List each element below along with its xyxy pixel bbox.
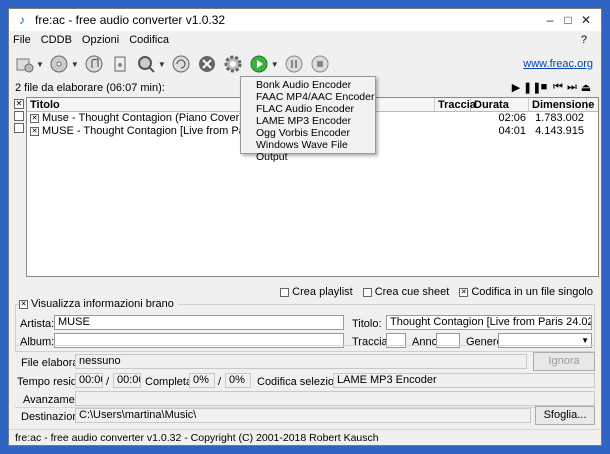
time-elapsed-field: 00:00 (75, 373, 103, 388)
menu-item-flac[interactable]: FLAC Audio Encoder (241, 103, 375, 115)
search-icon[interactable] (135, 53, 157, 75)
album-label: Album: (20, 336, 55, 348)
status-bar: fre:ac - free audio converter v1.0.32 - … (9, 429, 601, 445)
select-all-checkbox[interactable]: ✕ (14, 99, 24, 109)
app-window: ♪ fre:ac - free audio converter v1.0.32 … (8, 8, 602, 446)
track-info-label: Visualizza informazioni brano (31, 298, 174, 310)
music-note-icon[interactable] (83, 53, 105, 75)
maximize-button[interactable]: □ (559, 13, 577, 27)
chevron-down-icon[interactable]: ▼ (71, 60, 79, 69)
cue-sheet-checkbox[interactable] (362, 287, 372, 297)
row-size: 1.783.002 (535, 112, 584, 124)
play-encode-icon[interactable] (248, 53, 270, 75)
column-track[interactable]: Traccia (435, 98, 476, 111)
player-controls: ▶ ❚❚ ■ ⏮ ⏭ ⏏ (509, 81, 593, 94)
menu-item-wave[interactable]: Windows Wave File Output (241, 139, 375, 163)
stop-icon[interactable]: ■ (537, 81, 551, 94)
title-field[interactable]: Thought Contagion [Live from Paris 24.02… (386, 315, 592, 330)
cd-icon[interactable] (48, 53, 70, 75)
row-checkbox[interactable]: ✕ (30, 126, 39, 136)
close-button[interactable]: ✕ (577, 13, 595, 27)
stop-icon[interactable] (309, 53, 331, 75)
pause-icon[interactable]: ❚❚ (523, 81, 541, 94)
row-duration: 02:06 (498, 112, 526, 124)
progress-bar (75, 391, 595, 406)
track-label: Traccia: (352, 336, 391, 348)
chevron-down-icon[interactable]: ▼ (271, 60, 279, 69)
skip-button[interactable]: Ignora (533, 352, 595, 371)
selection-checks: ✕ (12, 97, 26, 277)
row-checkbox[interactable]: ✕ (30, 113, 39, 123)
tools-icon[interactable] (196, 53, 218, 75)
browse-button[interactable]: Sfoglia... (535, 406, 595, 425)
destination-field[interactable]: C:\Users\martina\Music\ (75, 408, 531, 423)
divider (15, 345, 595, 346)
column-duration[interactable]: Durata (471, 98, 529, 111)
document-icon[interactable] (109, 53, 131, 75)
previous-icon[interactable]: ⏮ (551, 81, 565, 94)
refresh-icon[interactable] (170, 53, 192, 75)
menu-help[interactable]: ? (581, 34, 587, 46)
chevron-down-icon[interactable]: ▼ (36, 60, 44, 69)
next-icon[interactable]: ⏭ (565, 81, 579, 94)
window-title: fre:ac - free audio converter v1.0.32 (35, 13, 226, 27)
artist-label: Artista: (20, 318, 55, 330)
invert-selection-checkbox[interactable] (14, 123, 24, 133)
time-total-field: 00:00 (113, 373, 141, 388)
artist-field[interactable]: MUSE (54, 315, 344, 330)
gear-icon[interactable] (222, 53, 244, 75)
toolbar: ▼ ▼ ▼ ▼ www.freac.org (9, 49, 601, 79)
menu-item-ogg[interactable]: Ogg Vorbis Encoder (241, 127, 375, 139)
row-title: Muse - Thought Contagion (Piano Cover) (42, 112, 243, 124)
processed-file-field: nessuno (75, 354, 527, 369)
encoder-dropdown-menu: Bonk Audio Encoder FAAC MP4/AAC Encoder … (240, 76, 376, 163)
menu-cddb[interactable]: CDDB (41, 34, 72, 46)
single-file-label: Codifica in un file singolo (471, 286, 593, 298)
menu-bar: File CDDB Opzioni Codifica ? (9, 31, 601, 49)
column-size[interactable]: Dimensione (529, 98, 594, 111)
show-info-checkbox[interactable]: ✕ (19, 299, 28, 309)
menu-item-faac[interactable]: FAAC MP4/AAC Encoder (241, 91, 375, 103)
row-size: 4.143.915 (535, 125, 584, 137)
encode-options: Crea playlist Crea cue sheet ✕ Codifica i… (270, 286, 593, 298)
title-label: Titolo: (352, 318, 382, 330)
add-files-icon[interactable] (13, 53, 35, 75)
track-info-toggle[interactable]: ✕ Visualizza informazioni brano (19, 298, 178, 310)
playlist-label: Crea playlist (292, 286, 353, 298)
completed-total-field: 0% (225, 373, 251, 388)
time-separator: / (106, 376, 110, 388)
minimize-button[interactable]: – (541, 13, 559, 27)
freac-app-icon: ♪ (19, 13, 25, 27)
row-track (435, 125, 471, 138)
selected-encoder-field: LAME MP3 Encoder (333, 373, 595, 388)
select-none-checkbox[interactable] (14, 111, 24, 121)
menu-encode[interactable]: Codifica (129, 34, 169, 46)
completed-file-field: 0% (189, 373, 215, 388)
chevron-down-icon[interactable]: ▼ (158, 60, 166, 69)
website-link[interactable]: www.freac.org (523, 58, 593, 70)
file-count-text: 2 file da elaborare (06:07 min): (15, 82, 165, 94)
completed-separator: / (218, 376, 222, 388)
menu-file[interactable]: File (13, 34, 31, 46)
row-track (435, 112, 471, 125)
menu-item-lame[interactable]: LAME MP3 Encoder (241, 115, 375, 127)
row-duration: 04:01 (498, 125, 526, 137)
cue-sheet-label: Crea cue sheet (374, 286, 450, 298)
pause-icon[interactable] (283, 53, 305, 75)
eject-icon[interactable]: ⏏ (579, 81, 593, 94)
single-file-checkbox[interactable]: ✕ (459, 287, 469, 297)
playlist-checkbox[interactable] (280, 287, 290, 297)
title-bar: ♪ fre:ac - free audio converter v1.0.32 … (9, 9, 601, 31)
play-icon[interactable]: ▶ (509, 81, 523, 94)
menu-item-bonk[interactable]: Bonk Audio Encoder (241, 79, 375, 91)
menu-options[interactable]: Opzioni (82, 34, 119, 46)
